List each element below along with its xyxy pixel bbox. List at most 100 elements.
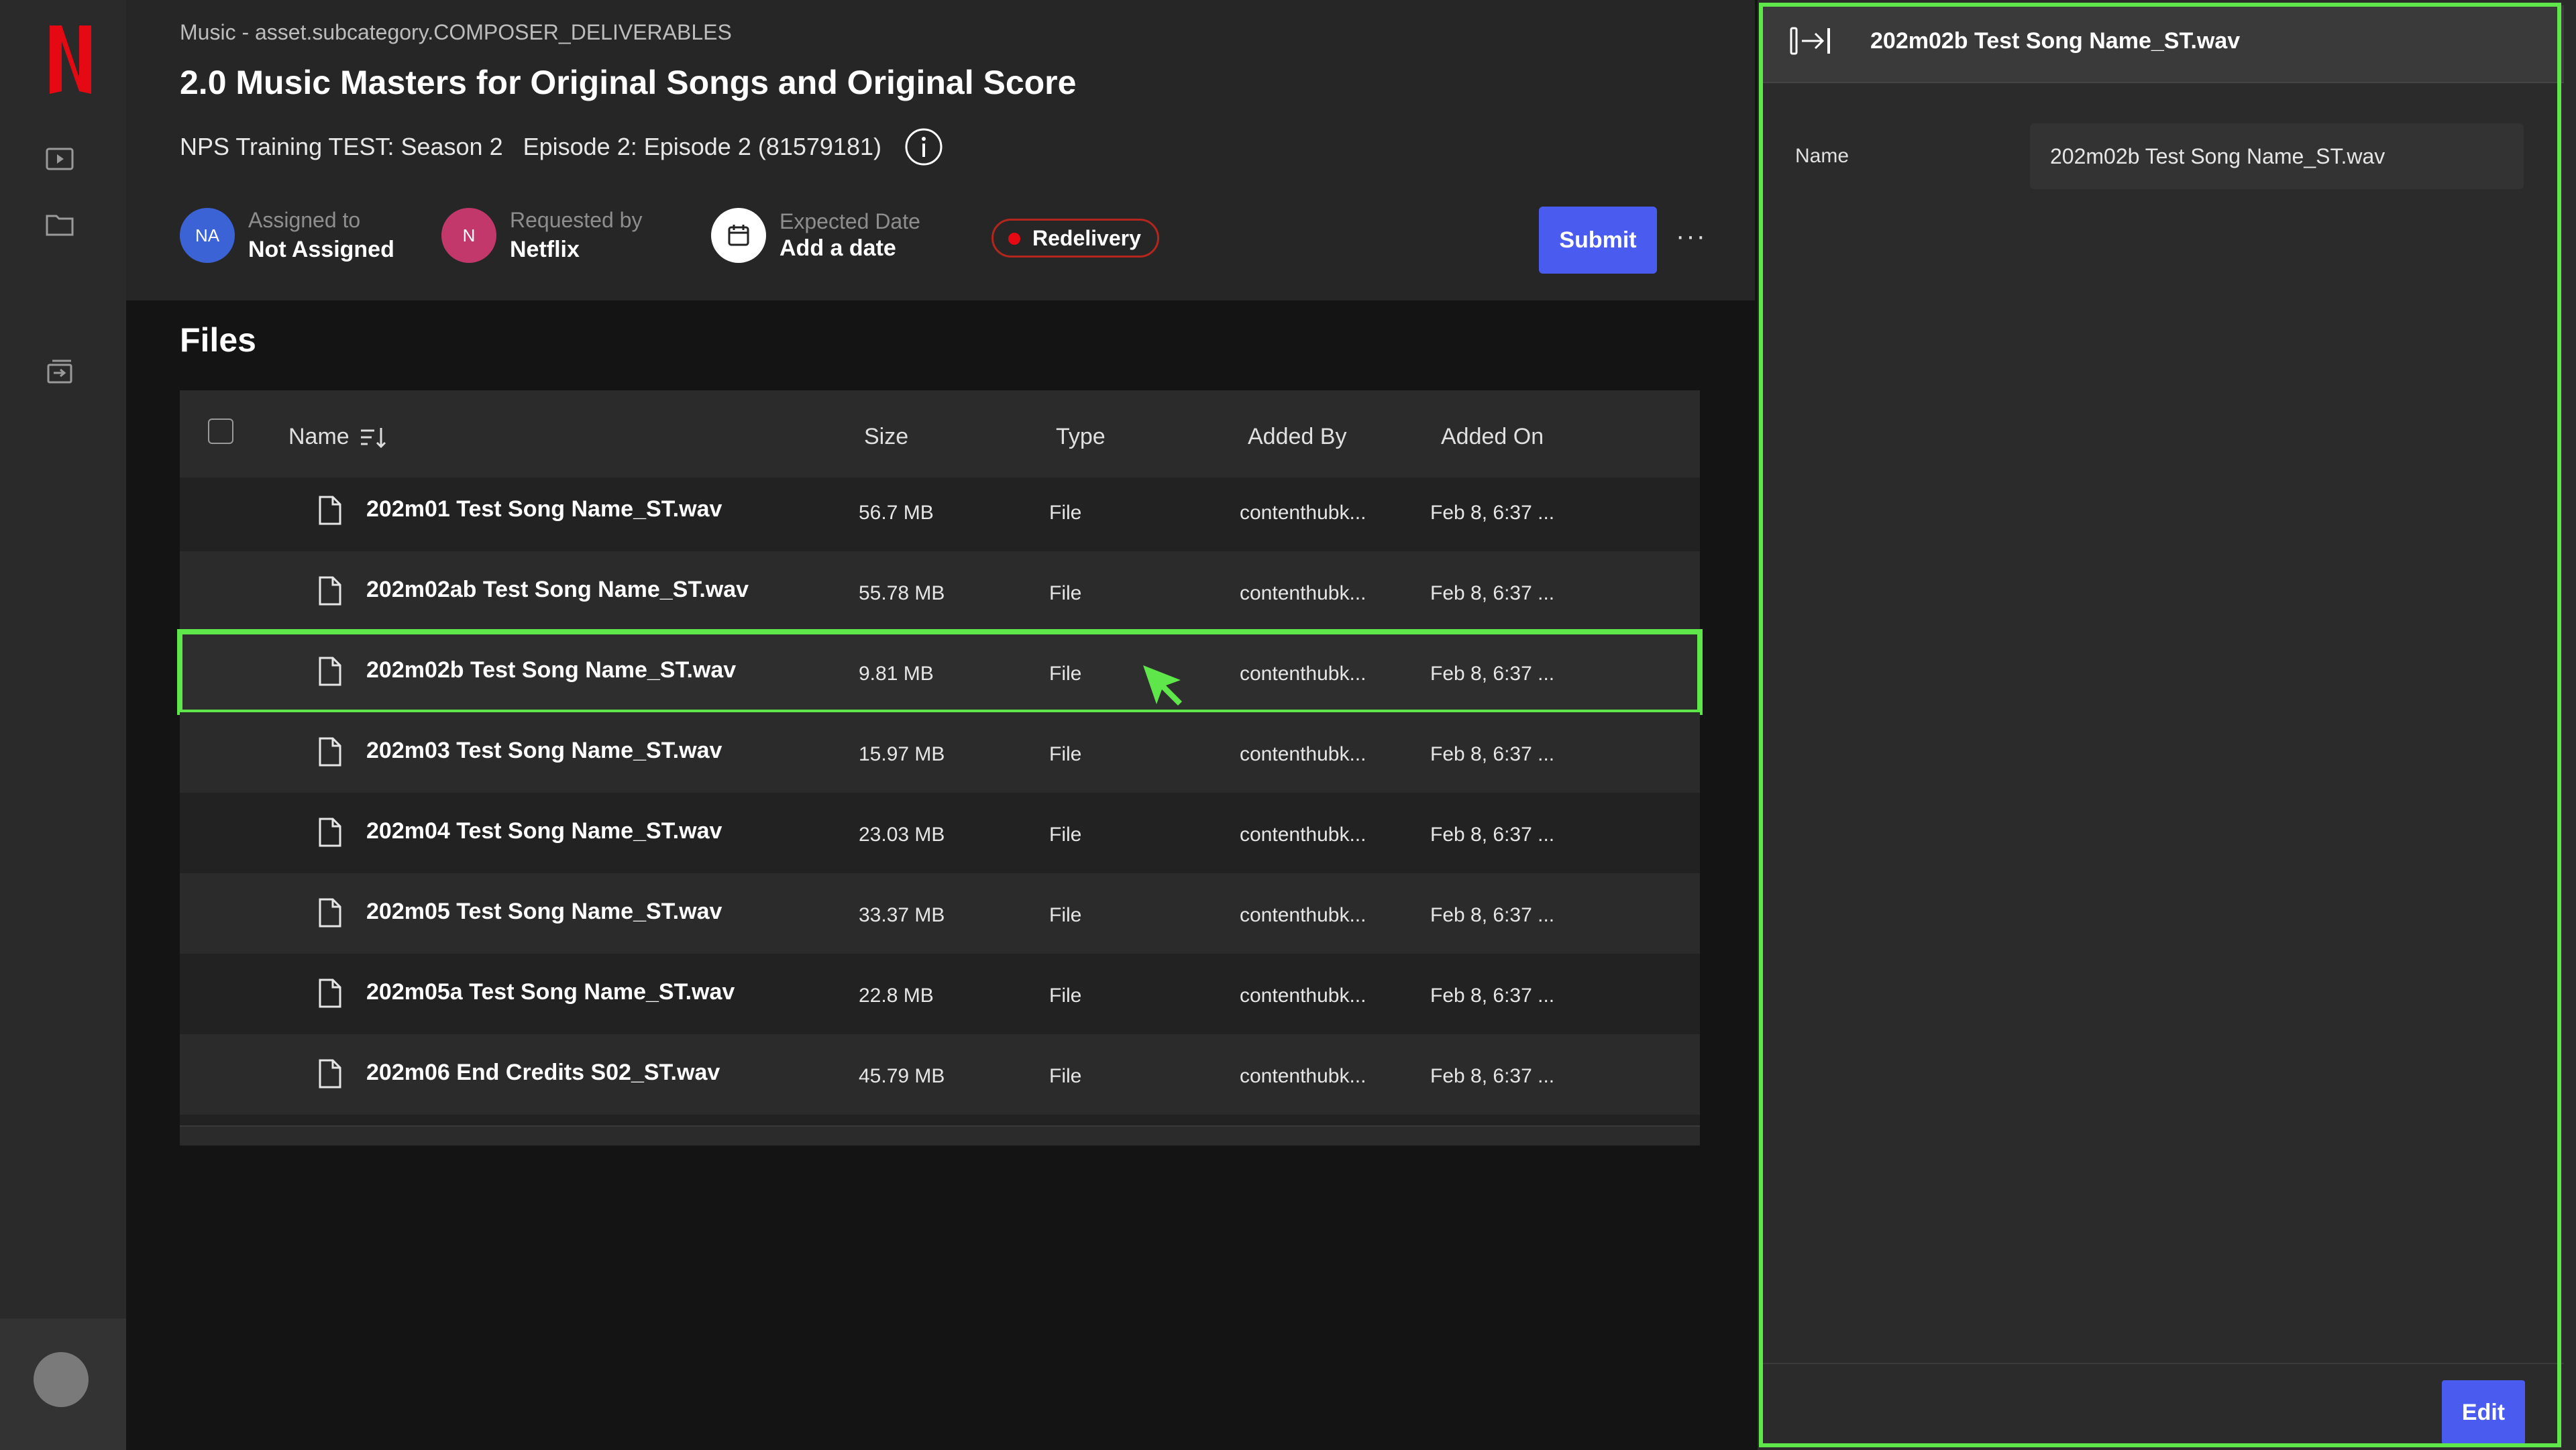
assigned-to[interactable]: NA Assigned to Not Assigned (180, 208, 394, 263)
breadcrumb[interactable]: Music - asset.subcategory.COMPOSER_DELIV… (180, 20, 732, 45)
file-added-by: contenthubk... (1240, 502, 1366, 524)
file-size: 33.37 MB (859, 904, 945, 926)
file-added-on: Feb 8, 6:37 ... (1430, 985, 1555, 1007)
assignee-avatar: NA (180, 208, 235, 263)
submit-button[interactable]: Submit (1539, 207, 1657, 274)
file-added-by: contenthubk... (1240, 824, 1366, 846)
file-type: File (1049, 582, 1082, 604)
select-all-checkbox[interactable] (208, 419, 233, 444)
panel-title: 202m02b Test Song Name_ST.wav (1870, 28, 2241, 54)
subtitle: NPS Training TEST: Season 2 Episode 2: E… (180, 127, 943, 166)
file-size: 55.78 MB (859, 582, 945, 604)
file-added-on: Feb 8, 6:37 ... (1430, 582, 1555, 604)
table-row[interactable]: 202m02ab Test Song Name_ST.wav 55.78 MB Fi… (180, 551, 1700, 632)
file-size: 9.81 MB (859, 663, 934, 685)
page-title: 2.0 Music Masters for Original Songs and… (180, 64, 1077, 101)
collapse-panel-icon[interactable] (1788, 24, 1833, 58)
file-added-by: contenthubk... (1240, 985, 1366, 1007)
file-type: File (1049, 985, 1082, 1007)
requester-avatar: N (441, 208, 496, 263)
file-size: 23.03 MB (859, 824, 945, 846)
requested-label: Requested by (510, 208, 643, 232)
info-icon[interactable] (904, 127, 943, 166)
file-added-on: Feb 8, 6:37 ... (1430, 904, 1555, 926)
file-icon (319, 818, 341, 847)
requested-by[interactable]: N Requested by Netflix (441, 208, 642, 263)
column-type[interactable]: Type (1056, 424, 1106, 450)
table-header: Name Size Type Added By Added On (180, 390, 1700, 478)
file-size: 45.79 MB (859, 1065, 945, 1087)
more-options-button[interactable]: ··· (1676, 221, 1707, 252)
table-row[interactable]: 202m03 Test Song Name_ST.wav 15.97 MB File… (180, 712, 1700, 793)
details-panel: 202m02b Test Song Name_ST.wav Name Edit (1758, 0, 2576, 1450)
files-table: Name Size Type Added By Added On 202m01 … (177, 390, 1703, 1146)
status-label: Redelivery (1032, 225, 1141, 250)
sort-icon[interactable] (360, 424, 389, 451)
file-type: File (1049, 824, 1082, 846)
show-name: NPS Training TEST: Season 2 (180, 133, 503, 160)
panel-footer-divider (1763, 1363, 2564, 1364)
table-row[interactable]: 202m05 Test Song Name_ST.wav 33.37 MB File… (180, 873, 1700, 954)
table-row[interactable]: 202m06 End Credits S02_ST.wav 45.79 MB Fil… (180, 1034, 1700, 1115)
file-name[interactable]: 202m02ab Test Song Name_ST.wav (366, 577, 749, 603)
file-name[interactable]: 202m01 Test Song Name_ST.wav (366, 496, 722, 522)
name-field[interactable] (2030, 123, 2524, 189)
expected-label: Expected Date (780, 209, 920, 233)
folder-icon[interactable] (44, 209, 75, 240)
file-type: File (1049, 502, 1082, 524)
left-rail (0, 0, 126, 1450)
file-added-by: contenthubk... (1240, 582, 1366, 604)
file-type: File (1049, 663, 1082, 685)
file-name[interactable]: 202m02b Test Song Name_ST.wav (366, 657, 736, 683)
cursor-arrow (1143, 665, 1182, 706)
file-added-on: Feb 8, 6:37 ... (1430, 663, 1555, 685)
column-added-on[interactable]: Added On (1441, 424, 1544, 450)
column-size[interactable]: Size (864, 424, 908, 450)
file-icon (319, 576, 341, 606)
netflix-logo[interactable] (47, 24, 94, 95)
file-size: 56.7 MB (859, 502, 934, 524)
file-added-by: contenthubk... (1240, 743, 1366, 765)
file-type: File (1049, 743, 1082, 765)
file-added-on: Feb 8, 6:37 ... (1430, 1065, 1555, 1087)
episode-name: Episode 2: Episode 2 (81579181) (523, 133, 881, 160)
tray-icon[interactable] (44, 357, 75, 388)
file-size: 15.97 MB (859, 743, 945, 765)
edit-button[interactable]: Edit (2442, 1380, 2525, 1445)
file-added-by: contenthubk... (1240, 904, 1366, 926)
file-name[interactable]: 202m04 Test Song Name_ST.wav (366, 818, 722, 844)
play-icon[interactable] (44, 144, 75, 174)
assigned-value: Not Assigned (248, 237, 394, 262)
assigned-label: Assigned to (248, 208, 361, 232)
file-added-on: Feb 8, 6:37 ... (1430, 743, 1555, 765)
rail-footer (0, 1319, 126, 1450)
file-name[interactable]: 202m05a Test Song Name_ST.wav (366, 979, 735, 1005)
table-row[interactable]: 202m04 Test Song Name_ST.wav 23.03 MB File… (180, 793, 1700, 873)
status-dot (1008, 233, 1020, 245)
file-name[interactable]: 202m06 End Credits S02_ST.wav (366, 1060, 720, 1086)
file-added-on: Feb 8, 6:37 ... (1430, 502, 1555, 524)
file-icon (319, 1059, 341, 1089)
user-avatar[interactable] (34, 1352, 89, 1407)
file-name[interactable]: 202m05 Test Song Name_ST.wav (366, 899, 722, 925)
expected-date[interactable]: Expected Date Add a date (711, 208, 920, 263)
page-header: Music - asset.subcategory.COMPOSER_DELIV… (126, 0, 1755, 300)
file-icon (319, 737, 341, 767)
file-type: File (1049, 1065, 1082, 1087)
file-name[interactable]: 202m03 Test Song Name_ST.wav (366, 738, 722, 764)
column-added-by[interactable]: Added By (1248, 424, 1346, 450)
file-added-on: Feb 8, 6:37 ... (1430, 824, 1555, 846)
table-row[interactable]: 202m02b Test Song Name_ST.wav 9.81 MB File… (177, 629, 1703, 715)
file-icon (319, 898, 341, 928)
file-type: File (1049, 904, 1082, 926)
file-icon (319, 979, 341, 1008)
file-added-by: contenthubk... (1240, 1065, 1366, 1087)
table-scrollbar[interactable] (180, 1125, 1700, 1146)
calendar-icon (711, 208, 766, 263)
requested-value: Netflix (510, 237, 580, 262)
table-row[interactable]: 202m05a Test Song Name_ST.wav 22.8 MB File… (180, 954, 1700, 1034)
column-name[interactable]: Name (288, 424, 350, 450)
files-heading: Files (180, 321, 256, 359)
expected-value: Add a date (780, 235, 896, 261)
table-row[interactable]: 202m01 Test Song Name_ST.wav 56.7 MB File c… (180, 471, 1700, 551)
